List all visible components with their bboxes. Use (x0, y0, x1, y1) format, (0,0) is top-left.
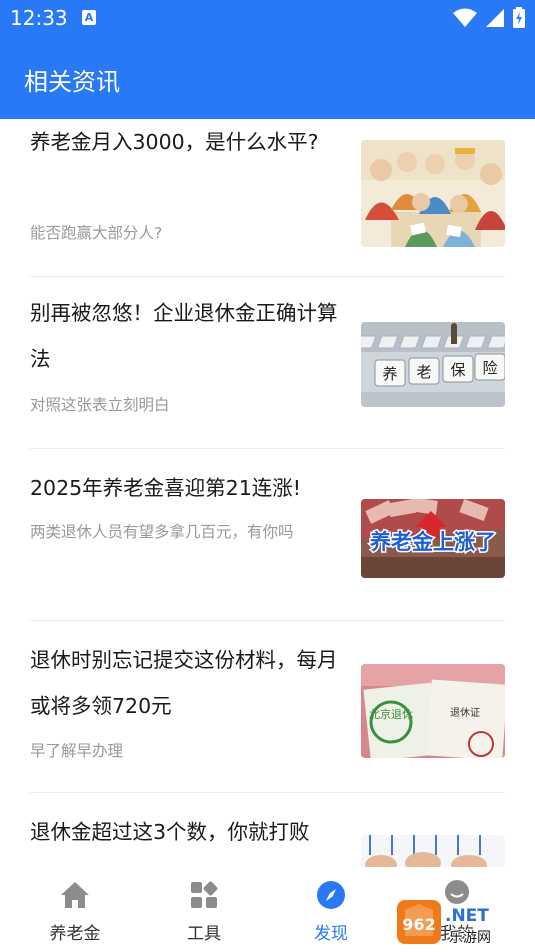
grid-tools-icon (191, 881, 218, 908)
news-item[interactable]: 退休金超过这3个数，你就打败 (30, 793, 505, 867)
news-title: 退休金超过这3个数，你就打败 (30, 820, 310, 844)
key-label-4: 险 (482, 359, 497, 377)
tab-label: 发现 (314, 924, 348, 944)
news-title: 2025年养老金喜迎第21连涨! (30, 476, 301, 500)
key-label-3: 保 (450, 361, 465, 379)
thumb-banner-text: 养老金上涨了 (369, 530, 496, 554)
wifi-icon (453, 8, 477, 27)
news-item[interactable]: 2025年养老金喜迎第21连涨! 两类退休人员有望多拿几百元，有你吗 养老金上涨… (30, 449, 505, 620)
tab-pension[interactable]: 养老金 (15, 867, 135, 952)
news-thumbnail-money-hands (361, 835, 505, 867)
news-thumbnail-pension-rise: 养老金上涨了 (361, 499, 505, 578)
tab-tools[interactable]: 工具 (144, 867, 264, 952)
news-thumbnail-pension-keys: 养 老 保 险 (361, 322, 505, 407)
news-title: 养老金月入3000，是什么水平? (30, 130, 319, 154)
news-feed[interactable]: 养老金月入3000，是什么水平? 能否跑赢大部分人? 别再被忽悠！企业退休金正确… (0, 119, 535, 867)
system-icons (453, 7, 525, 28)
news-subtitle: 对照这张表立刻明白 (30, 396, 170, 414)
tab-label: 养老金 (49, 924, 101, 944)
watermark-suffix: .NET (445, 906, 489, 926)
site-watermark: 962 .NET 乐游网 (395, 896, 531, 948)
news-item[interactable]: 退休时别忘记提交这份材料，每月或将多领720元 早了解早办理 北京退休 退休证 (30, 621, 505, 792)
battery-icon (513, 7, 525, 28)
tab-label: 工具 (187, 924, 221, 944)
news-item[interactable]: 养老金月入3000，是什么水平? 能否跑赢大部分人? (30, 119, 505, 276)
app-bar: 相关资讯 (0, 36, 535, 119)
cell-signal-icon (486, 8, 504, 27)
news-thumbnail-elderly-meeting (361, 140, 505, 247)
status-time: 12:33 (10, 6, 68, 30)
watermark-brand: 962 (402, 915, 435, 934)
key-label-1: 养 (382, 365, 397, 383)
watermark-site: 乐游网 (449, 930, 491, 946)
news-title: 别再被忽悠！企业退休金正确计算法 (30, 301, 338, 371)
thumb-green-stamp-text: 北京退休 (369, 707, 413, 721)
news-thumbnail-retirement-certificate: 北京退休 退休证 (361, 664, 505, 758)
page-title: 相关资讯 (24, 68, 120, 96)
tab-discover[interactable]: 发现 (271, 867, 391, 952)
key-label-2: 老 (416, 363, 431, 381)
thumb-certificate-label: 退休证 (450, 707, 480, 719)
news-subtitle: 两类退休人员有望多拿几百元，有你吗 (30, 523, 294, 541)
news-title: 退休时别忘记提交这份材料，每月或将多领720元 (30, 648, 338, 718)
compass-icon (317, 881, 345, 909)
notification-a-icon: A (82, 10, 96, 25)
news-subtitle: 早了解早办理 (30, 742, 124, 760)
news-subtitle: 能否跑赢大部分人? (30, 224, 163, 242)
home-icon (61, 882, 89, 908)
news-item[interactable]: 别再被忽悠！企业退休金正确计算法 对照这张表立刻明白 养 老 保 险 (30, 277, 505, 448)
status-bar: 12:33 A (0, 0, 535, 36)
